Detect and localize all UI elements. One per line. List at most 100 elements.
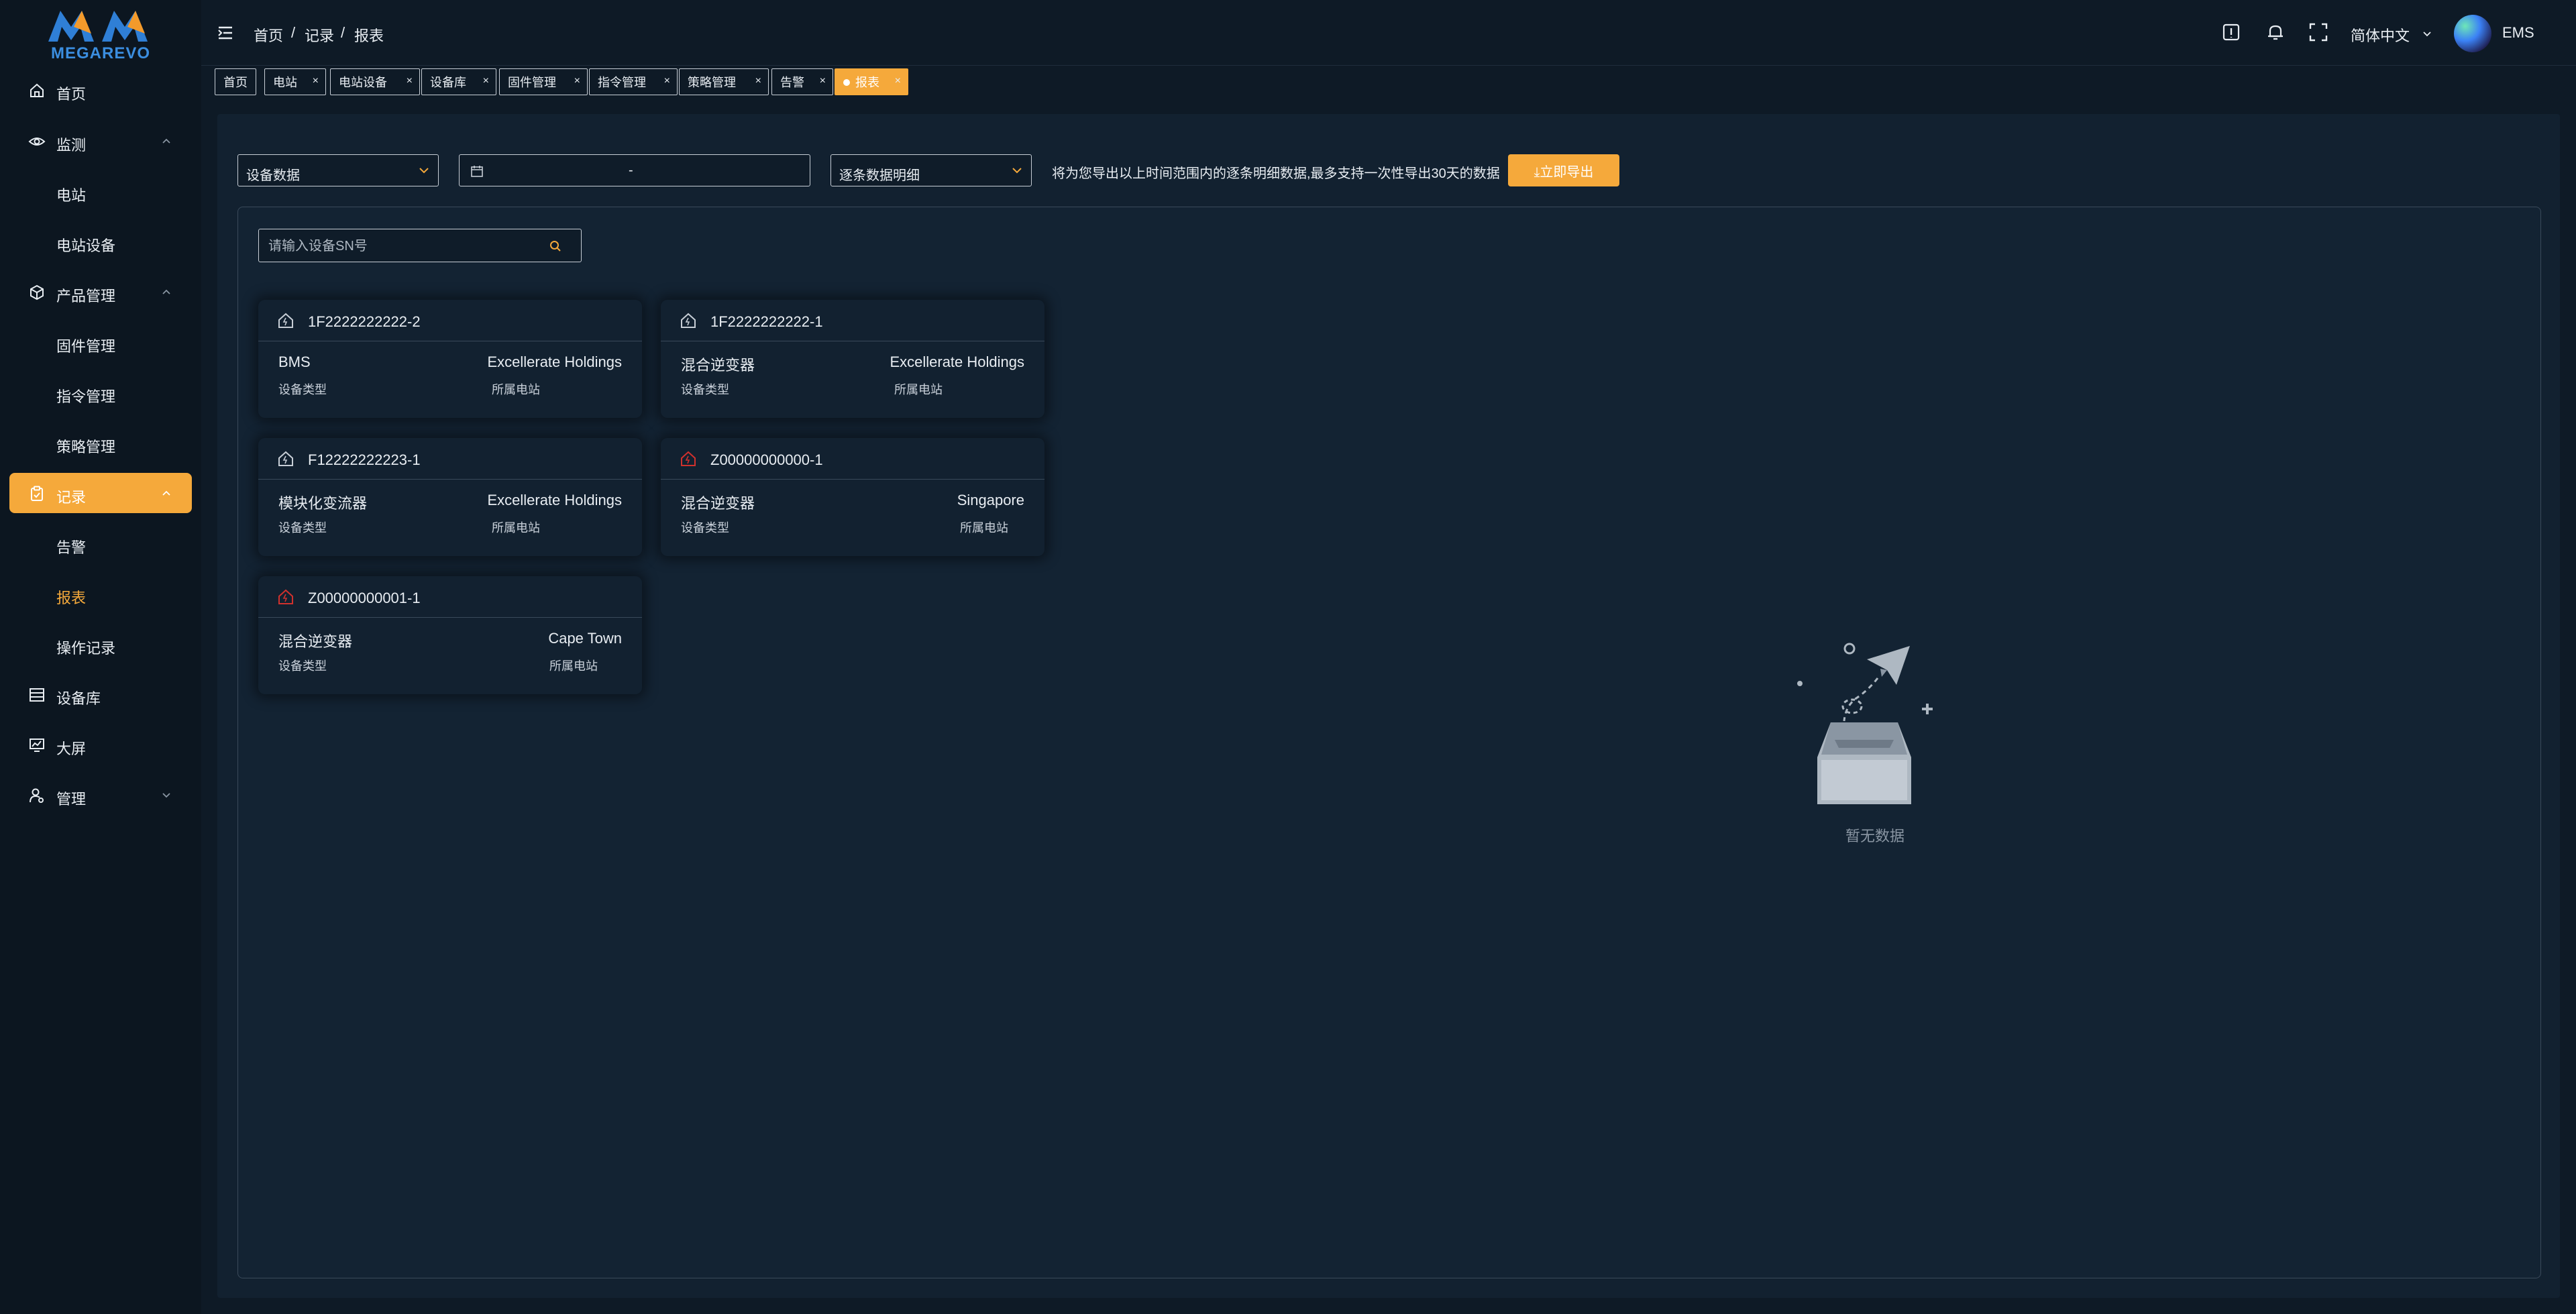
bell-icon[interactable] [2265, 21, 2286, 43]
device-card[interactable]: 1F2222222222-1 混合逆变器 Excellerate Holding… [661, 300, 1044, 418]
sidebar-item-alarm[interactable]: 告警 [9, 523, 192, 563]
close-icon[interactable]: × [755, 75, 761, 87]
device-card-header: Z00000000000-1 [661, 438, 1044, 480]
chevron-up-icon [162, 138, 170, 144]
select-value: 逐条数据明细 [839, 168, 920, 183]
sidebar-item-operation-log[interactable]: 操作记录 [9, 624, 192, 664]
list-icon [30, 688, 44, 702]
device-type-label: 设备类型 [278, 521, 327, 535]
close-icon[interactable]: × [664, 75, 670, 87]
sidebar-item-report[interactable]: 报表 [9, 573, 192, 614]
menu-fold-icon[interactable] [217, 24, 236, 42]
sidebar-item-records[interactable]: 记录 [9, 473, 192, 513]
home-icon [30, 83, 44, 97]
date-range-picker[interactable]: - [459, 154, 810, 186]
device-alarm-house-icon [278, 589, 293, 604]
sidebar-item-station[interactable]: 电站 [9, 171, 192, 211]
tab-device-library[interactable]: 设备库 × [421, 68, 496, 95]
sidebar-item-firmware[interactable]: 固件管理 [9, 322, 192, 362]
tab-station-device[interactable]: 电站设备 × [330, 68, 420, 95]
sidebar-item-device-library[interactable]: 设备库 [9, 674, 192, 714]
user-name[interactable]: EMS [2502, 24, 2534, 42]
search-box [258, 229, 582, 262]
tab-report[interactable]: 报表 × [835, 68, 908, 95]
sidebar-item-label: 首页 [56, 86, 87, 103]
export-button[interactable]: ⤓立即导出 [1508, 154, 1619, 186]
main-panel: 设备数据 - 逐条数据明细 将为您导出以上时间范围内的逐条明细数据,最多支持一次… [217, 114, 2560, 1298]
device-card[interactable]: Z00000000001-1 混合逆变器 Cape Town 设备类型 所属电站 [258, 576, 642, 694]
sidebar-item-label: 固件管理 [56, 338, 116, 355]
tab-label: 电站 [273, 76, 297, 89]
tab-label: 策略管理 [688, 76, 736, 89]
device-card[interactable]: F12222222223-1 模块化变流器 Excellerate Holdin… [258, 438, 642, 556]
sidebar-item-label: 记录 [56, 489, 87, 506]
sidebar-item-label: 策略管理 [56, 439, 116, 455]
brand-logo[interactable]: MEGAREVO [47, 7, 154, 62]
top-header: 首页 / 记录 / 报表 简体中文 EMS [201, 0, 2576, 66]
chevron-up-icon [162, 289, 170, 294]
tab-firmware[interactable]: 固件管理 × [499, 68, 588, 95]
device-card-header: 1F2222222222-1 [661, 300, 1044, 341]
clipboard-icon [31, 486, 43, 501]
device-house-icon [278, 313, 293, 328]
device-type-label: 设备类型 [278, 383, 327, 396]
tab-strategy[interactable]: 策略管理 × [679, 68, 769, 95]
sidebar-item-product[interactable]: 产品管理 [9, 272, 192, 312]
breadcrumb-records[interactable]: 记录 [305, 24, 334, 46]
close-icon[interactable]: × [895, 75, 901, 87]
close-icon[interactable]: × [820, 75, 826, 87]
close-icon[interactable]: × [407, 75, 413, 87]
avatar[interactable] [2454, 15, 2491, 52]
language-selector[interactable]: 简体中文 [2351, 24, 2410, 46]
device-card[interactable]: Z00000000000-1 混合逆变器 Singapore 设备类型 所属电站 [661, 438, 1044, 556]
sidebar-item-home[interactable]: 首页 [9, 70, 192, 110]
sidebar-item-label: 电站 [56, 187, 87, 204]
fullscreen-icon[interactable] [2308, 21, 2329, 43]
chevron-down-icon [1012, 168, 1022, 174]
help-doc-icon[interactable] [2220, 21, 2242, 43]
device-house-icon [278, 451, 293, 466]
search-icon[interactable] [549, 239, 562, 253]
eye-icon [28, 138, 46, 146]
device-card-header: Z00000000001-1 [258, 576, 642, 618]
sidebar-item-monitor[interactable]: 监测 [9, 121, 192, 161]
device-sn: Z00000000001-1 [308, 590, 421, 606]
sidebar-item-command[interactable]: 指令管理 [9, 372, 192, 413]
device-house-icon [681, 313, 696, 328]
sidebar-item-manage[interactable]: 管理 [9, 775, 192, 815]
chevron-up-icon [162, 490, 170, 496]
close-icon[interactable]: × [313, 75, 319, 87]
device-sn: 1F2222222222-2 [308, 313, 421, 330]
empty-state-text: 暂无数据 [1845, 828, 1904, 844]
tab-command[interactable]: 指令管理 × [589, 68, 678, 95]
sidebar-item-big-screen[interactable]: 大屏 [9, 724, 192, 765]
tab-station[interactable]: 电站 × [264, 68, 326, 95]
date-separator: - [629, 163, 633, 178]
device-type-label: 设备类型 [278, 659, 327, 673]
tab-label: 指令管理 [598, 76, 646, 89]
device-card-header: 1F2222222222-2 [258, 300, 642, 341]
device-type: BMS [278, 353, 311, 370]
device-station-label: 所属电站 [960, 521, 1008, 535]
sidebar-item-station-device[interactable]: 电站设备 [9, 221, 192, 262]
detail-type-select[interactable]: 逐条数据明细 [830, 154, 1032, 186]
screen-icon [30, 738, 44, 752]
device-station: Excellerate Holdings [487, 492, 622, 508]
close-icon[interactable]: × [483, 75, 489, 87]
sidebar-item-label: 告警 [56, 539, 87, 556]
chevron-down-icon[interactable] [2422, 28, 2432, 39]
device-sn: Z00000000000-1 [710, 451, 823, 468]
tab-home[interactable]: 首页 [215, 68, 256, 95]
device-card[interactable]: 1F2222222222-2 BMS Excellerate Holdings … [258, 300, 642, 418]
search-input[interactable] [268, 237, 537, 256]
brand-name: MEGAREVO [50, 44, 150, 62]
sidebar-item-strategy[interactable]: 策略管理 [9, 423, 192, 463]
data-type-select[interactable]: 设备数据 [237, 154, 439, 186]
sidebar-item-label: 操作记录 [56, 640, 116, 657]
device-station-label: 所属电站 [894, 383, 943, 396]
tab-alarm[interactable]: 告警 × [771, 68, 833, 95]
tab-label: 固件管理 [508, 76, 556, 89]
close-icon[interactable]: × [574, 75, 580, 87]
breadcrumb-home[interactable]: 首页 [254, 24, 283, 46]
chevron-down-icon [419, 168, 429, 174]
